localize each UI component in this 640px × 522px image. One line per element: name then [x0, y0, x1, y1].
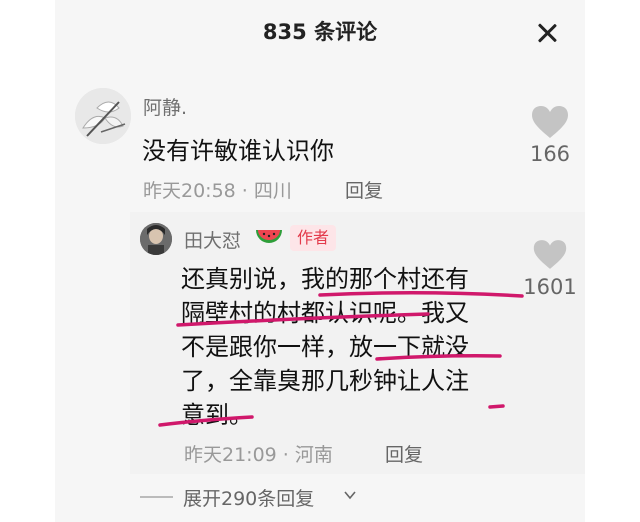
comment-username[interactable]: 阿静. — [143, 93, 187, 120]
expand-replies-button[interactable]: 展开290条回复 — [183, 484, 314, 511]
avatar-photo-image — [140, 223, 172, 255]
heart-icon[interactable] — [532, 238, 568, 271]
reply-username[interactable]: 田大怼 — [184, 226, 241, 253]
reply-reply-button[interactable]: 回复 — [385, 440, 423, 467]
reply-text: 还真别说，我的那个村还有 隔壁村的村都认识呢。我又 不是跟你一样，放一下就没 了… — [181, 262, 526, 432]
comment-time-location: 昨天20:58 · 四川 — [143, 180, 292, 202]
comment-reply-button[interactable]: 回复 — [345, 176, 383, 203]
reply-text-line: 意到。 — [181, 401, 253, 429]
avatar[interactable] — [75, 88, 131, 144]
comment-like-count: 166 — [529, 142, 571, 166]
watermelon-icon — [256, 230, 282, 243]
author-badge: 作者 — [290, 225, 337, 251]
reply-like-count: 1601 — [523, 275, 577, 299]
chevron-down-icon[interactable] — [344, 489, 356, 501]
reply-text-line: 了，全靠臭那几秒钟让人注 — [181, 367, 469, 395]
avatar-flower-image — [75, 88, 131, 144]
avatar[interactable] — [140, 223, 172, 255]
reply-text-line: 还真别说，我的那个村还有 — [181, 265, 469, 293]
close-icon[interactable] — [534, 20, 560, 46]
comment-text: 没有许敏谁认识你 — [142, 137, 334, 165]
reply-text-line: 不是跟你一样，放一下就没 — [181, 333, 469, 361]
reply-text-line: 隔壁村的村都认识呢。我又 — [181, 299, 469, 327]
divider — [140, 496, 173, 498]
heart-icon[interactable] — [530, 104, 570, 140]
reply-time-location: 昨天21:09 · 河南 — [184, 444, 333, 466]
